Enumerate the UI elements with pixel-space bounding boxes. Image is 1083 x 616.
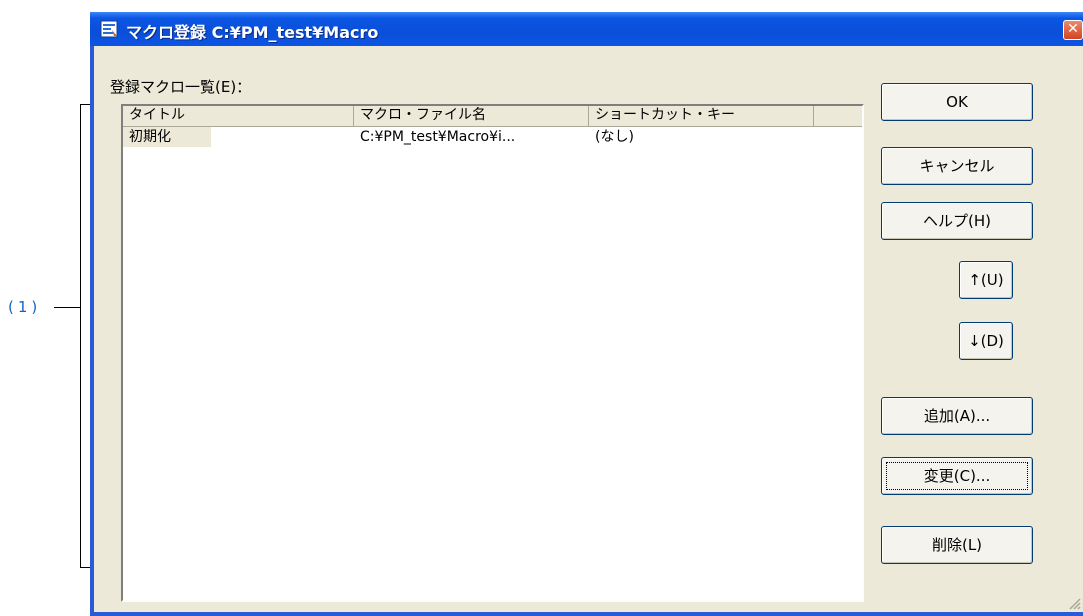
move-up-button[interactable]: ↑(U) <box>959 261 1013 299</box>
help-button[interactable]: ヘルプ(H) <box>881 202 1033 240</box>
title-bar[interactable]: マクロ登録 C:¥PM_test¥Macro ✕ <box>90 12 1083 46</box>
macro-shortcut-cell: (なし) <box>595 129 634 145</box>
delete-button[interactable]: 削除(L) <box>881 526 1033 564</box>
macro-list-caption: 登録マクロ一覧(E)： <box>110 78 252 96</box>
close-icon: ✕ <box>1067 21 1079 37</box>
column-header-title[interactable]: タイトル <box>123 106 354 126</box>
macro-register-dialog: マクロ登録 C:¥PM_test¥Macro ✕ 登録マクロ一覧(E)： タイト… <box>90 12 1083 616</box>
dialog-body: 登録マクロ一覧(E)： タイトル マクロ・ファイル名 ショートカット・キー 初期… <box>94 46 1083 612</box>
change-button[interactable]: 変更(C)... <box>881 457 1033 495</box>
app-icon <box>100 20 118 38</box>
annotation-bracket <box>80 104 81 568</box>
close-button[interactable]: ✕ <box>1063 20 1083 40</box>
list-header: タイトル マクロ・ファイル名 ショートカット・キー <box>123 106 862 127</box>
macro-file-cell: C:¥PM_test¥Macro¥i... <box>360 129 516 145</box>
annotation-label: (1) <box>8 298 42 316</box>
annotation-leader-line <box>54 307 80 308</box>
column-header-shortcut[interactable]: ショートカット・キー <box>589 106 814 126</box>
move-down-button[interactable]: ↓(D) <box>959 322 1013 360</box>
column-header-filename[interactable]: マクロ・ファイル名 <box>354 106 589 126</box>
add-button[interactable]: 追加(A)... <box>881 397 1033 435</box>
resize-grip-icon[interactable] <box>1067 596 1081 610</box>
column-header-empty <box>814 106 862 126</box>
macro-list[interactable]: タイトル マクロ・ファイル名 ショートカット・キー 初期化 C:¥PM_test… <box>121 104 864 602</box>
list-item[interactable]: 初期化 C:¥PM_test¥Macro¥i... (なし) <box>123 127 862 147</box>
window-title: マクロ登録 C:¥PM_test¥Macro <box>126 23 379 42</box>
macro-title-cell: 初期化 <box>123 127 211 147</box>
cancel-button[interactable]: キャンセル <box>881 147 1033 185</box>
ok-button[interactable]: OK <box>881 83 1033 121</box>
